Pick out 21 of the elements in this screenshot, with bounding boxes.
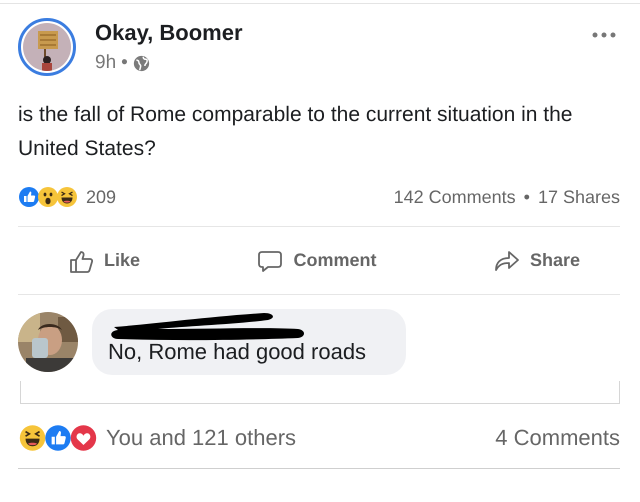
more-icon <box>592 32 616 38</box>
reaction-count: 209 <box>86 186 116 208</box>
like-button[interactable]: Like <box>64 244 144 276</box>
thumbs-up-icon <box>68 248 94 272</box>
comments-count[interactable]: 4 Comments <box>495 425 620 451</box>
author-name[interactable]: Okay, Boomer <box>95 20 588 46</box>
separator-dot: • <box>524 186 530 208</box>
reactions-icon[interactable] <box>18 424 98 452</box>
arrow-icon <box>494 248 520 272</box>
post-time: 9h <box>95 52 116 74</box>
post-text: is the fall of Rome comparable to the current situation in the United States? <box>18 102 574 162</box>
reactions-icon[interactable] <box>18 186 78 208</box>
globe-icon <box>132 54 150 72</box>
separator-dot: • <box>121 52 128 74</box>
comments-count[interactable]: 142 Comments <box>394 186 516 208</box>
speech-bubble-icon <box>257 248 284 272</box>
reaction-summary: You and 121 others <box>106 425 296 451</box>
shares-count[interactable]: 17 Shares <box>538 186 620 208</box>
share-button[interactable]: Share <box>490 244 584 276</box>
comment-button[interactable]: Comment <box>253 244 380 276</box>
comment-text: No, Rome had good roads <box>108 339 368 365</box>
